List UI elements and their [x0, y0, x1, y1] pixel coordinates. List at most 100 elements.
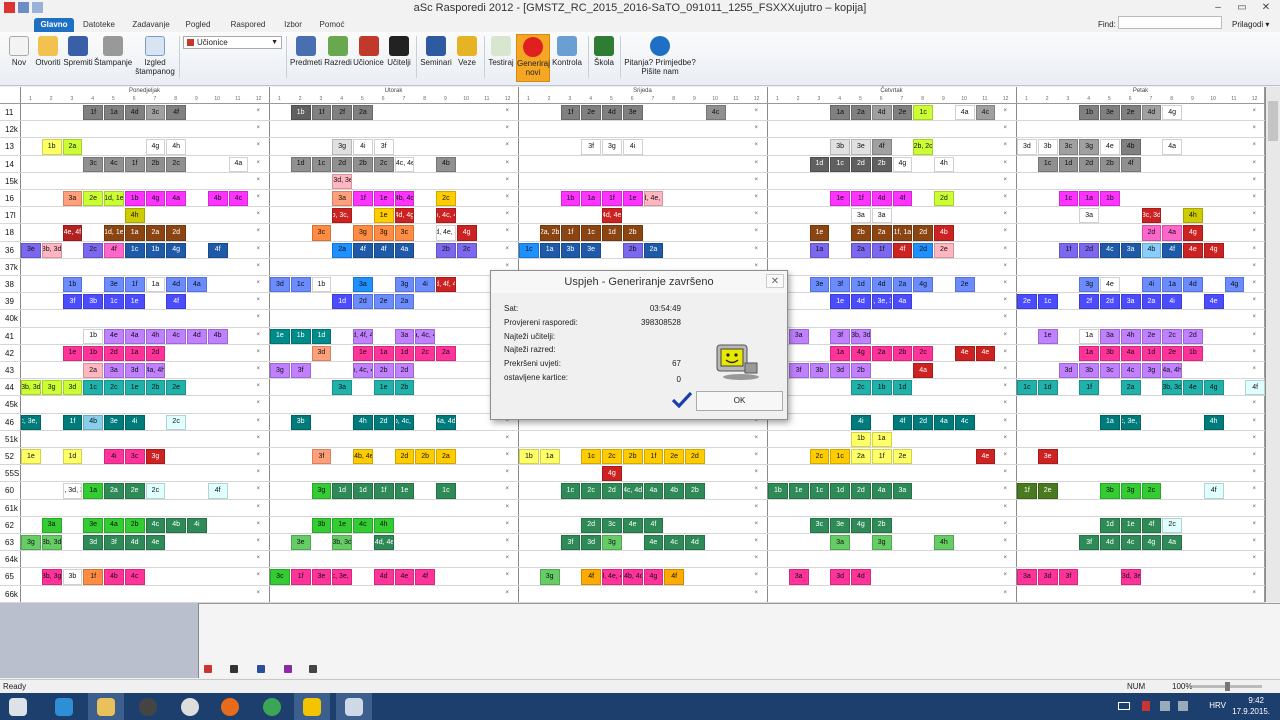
lesson-card[interactable]: 1b [1079, 105, 1099, 121]
tab-pogled[interactable]: Pogled [180, 18, 216, 32]
lesson-card[interactable]: 4f [1203, 483, 1224, 499]
lesson-card[interactable]: 1a [539, 449, 560, 465]
lesson-card[interactable]: 3b, 3d [41, 242, 62, 258]
row-label[interactable]: 39 [0, 297, 20, 306]
lesson-card[interactable]: 4a [913, 363, 933, 379]
lesson-card[interactable]: 4b [207, 328, 228, 344]
lesson-card[interactable]: 1f [1079, 380, 1099, 396]
lesson-card[interactable]: 4f [871, 139, 892, 155]
lesson-card[interactable]: 4f [1141, 517, 1162, 533]
lesson-card[interactable]: 2e [1017, 294, 1037, 310]
lesson-card[interactable]: 2e [954, 277, 975, 293]
customize-menu[interactable]: Prilagodi ▾ [1232, 20, 1269, 29]
lesson-card[interactable]: 1c [1037, 294, 1058, 310]
taskbar-asc[interactable] [294, 693, 330, 720]
lesson-card[interactable]: 4a [166, 191, 186, 207]
taskbar-eye-app[interactable] [172, 693, 208, 720]
taskbar-explorer[interactable] [88, 693, 124, 720]
classes-button[interactable]: Razredi [324, 34, 352, 82]
lesson-card[interactable]: 4a [871, 483, 892, 499]
lesson-card[interactable]: 2a [436, 449, 456, 465]
lesson-card[interactable]: 3c [1100, 363, 1120, 379]
lesson-card[interactable]: 4h [166, 139, 186, 155]
lesson-card[interactable]: 4f [892, 191, 913, 207]
lesson-card[interactable]: 2c [166, 156, 186, 172]
lesson-card[interactable]: 1a [581, 191, 601, 207]
lesson-card[interactable]: 1e [1037, 328, 1058, 344]
lesson-card[interactable]: 3c, 3e, 3f [21, 414, 41, 430]
lesson-card[interactable]: 4f [892, 414, 913, 430]
lesson-card[interactable]: 3b [560, 242, 581, 258]
lesson-card[interactable]: 1d [892, 380, 913, 396]
lesson-card[interactable]: 1f [353, 191, 373, 207]
lesson-card[interactable]: 4c [124, 569, 145, 585]
lesson-card[interactable]: 1c [83, 380, 103, 396]
lesson-card[interactable]: 4d [124, 105, 145, 121]
lesson-card[interactable]: 4e [1100, 139, 1120, 155]
lesson-card[interactable]: 1f [602, 191, 622, 207]
lesson-card[interactable]: 1d [290, 156, 311, 172]
lesson-card[interactable]: 4b, 4c, 4f [394, 414, 415, 430]
lesson-card[interactable]: 1d [332, 294, 352, 310]
lesson-card[interactable]: 3b, 3d [41, 535, 62, 551]
row-label[interactable]: 65 [0, 572, 20, 581]
lesson-card[interactable]: 1f [124, 156, 145, 172]
lesson-card[interactable]: 4h [934, 535, 954, 551]
lesson-card[interactable]: 1e [394, 483, 415, 499]
lesson-card[interactable]: 4i [124, 414, 145, 430]
row-label[interactable]: 40k [0, 314, 20, 323]
lesson-card[interactable]: 1a [1100, 414, 1120, 430]
lesson-card[interactable]: 3g [21, 535, 41, 551]
notification-icon[interactable] [1142, 701, 1150, 711]
lesson-card[interactable]: 2d [104, 345, 124, 361]
lesson-card[interactable]: 1c [311, 156, 332, 172]
lesson-card[interactable]: 2a [104, 483, 124, 499]
lesson-card[interactable]: 3c [83, 156, 103, 172]
lesson-card[interactable]: 2c [436, 191, 456, 207]
lesson-card[interactable]: 3f [290, 363, 311, 379]
lesson-card[interactable]: 3b [1100, 483, 1120, 499]
lesson-card[interactable]: 3f [1058, 569, 1079, 585]
lesson-card[interactable]: 4d [685, 535, 705, 551]
lesson-card[interactable]: 1c [519, 242, 539, 258]
lesson-card[interactable]: 2b [373, 363, 394, 379]
lesson-card[interactable]: 4g [1203, 380, 1224, 396]
lesson-card[interactable]: 4d [1183, 277, 1203, 293]
school-button[interactable]: Škola [592, 34, 616, 82]
lesson-card[interactable]: 4d [124, 535, 145, 551]
close-icon[interactable]: ✕ [1254, 0, 1278, 17]
feedback-button[interactable]: Pitanja? Primjedbe? Pišite nam [624, 34, 696, 82]
lesson-card[interactable]: 2e [664, 449, 684, 465]
lesson-card[interactable]: 4g [602, 466, 622, 482]
lesson-card[interactable]: 2d [1079, 156, 1099, 172]
lesson-card[interactable]: 3d [1017, 139, 1037, 155]
lesson-card[interactable]: 3g [41, 380, 62, 396]
lesson-card[interactable]: 3a [353, 277, 373, 293]
start-button[interactable] [0, 693, 36, 720]
lesson-card[interactable]: 1e [373, 191, 394, 207]
scrollbar-thumb[interactable] [1268, 101, 1278, 141]
lesson-card[interactable]: 4d [166, 277, 186, 293]
lesson-card[interactable]: 4g [1183, 225, 1203, 241]
lesson-card[interactable]: 4a, 4d [436, 414, 456, 430]
lesson-card[interactable]: 4d [871, 105, 892, 121]
lesson-card[interactable]: 4c, 4d [622, 483, 643, 499]
lesson-card[interactable]: 2a [62, 139, 83, 155]
lesson-card[interactable]: 4e [1100, 277, 1120, 293]
lesson-card[interactable]: 3f [788, 363, 809, 379]
lesson-card[interactable]: 3a [41, 517, 62, 533]
lesson-card[interactable]: 4g [851, 517, 871, 533]
lesson-card[interactable]: 1e [62, 345, 83, 361]
lesson-card[interactable]: 3a [1120, 294, 1141, 310]
lesson-card[interactable]: 2d [394, 449, 415, 465]
lesson-card[interactable]: 2d [353, 294, 373, 310]
lesson-card[interactable]: 4e [1183, 380, 1203, 396]
lesson-card[interactable]: 1e [21, 449, 41, 465]
language-indicator[interactable]: HRV [1209, 701, 1226, 710]
lesson-card[interactable]: 4g [1224, 277, 1245, 293]
row-label[interactable]: 36 [0, 246, 20, 255]
lesson-card[interactable]: 3a [332, 380, 352, 396]
lesson-card[interactable]: 3a [1017, 569, 1037, 585]
lesson-card[interactable]: 4c [228, 191, 249, 207]
row-label[interactable]: 37k [0, 263, 20, 272]
